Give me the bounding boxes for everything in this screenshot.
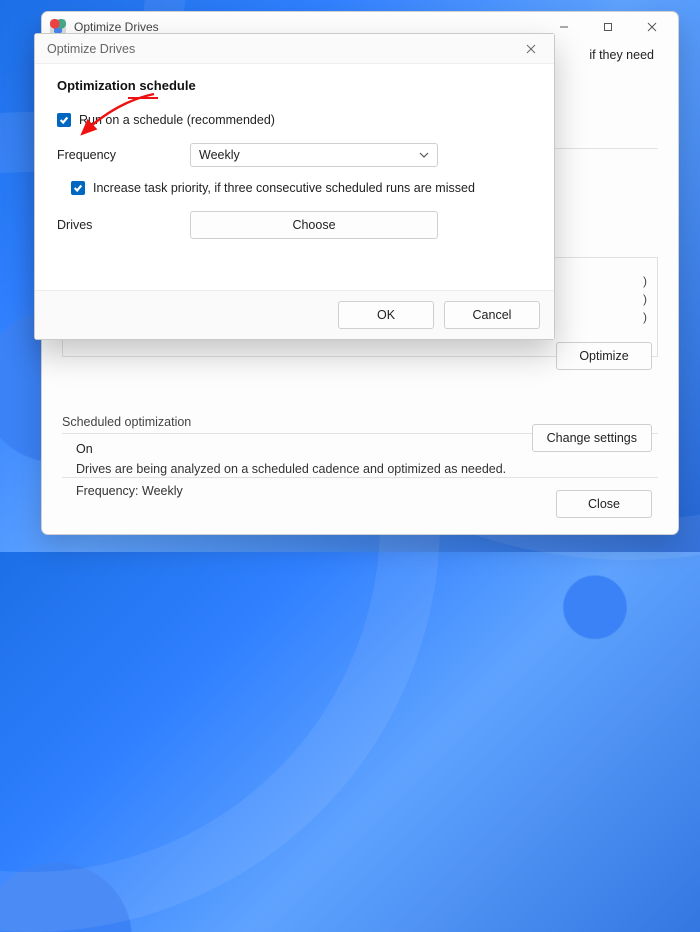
priority-label: Increase task priority, if three consecu… — [93, 181, 475, 195]
optimize-button[interactable]: Optimize — [556, 342, 652, 370]
cancel-button[interactable]: Cancel — [444, 301, 540, 329]
description-fragment: if they need — [589, 48, 654, 62]
run-schedule-label: Run on a schedule (recommended) — [79, 113, 275, 127]
dialog-heading: Optimization schedule — [57, 78, 532, 93]
choose-drives-button[interactable]: Choose — [190, 211, 438, 239]
dialog-titlebar: Optimize Drives — [35, 34, 554, 64]
choose-label: Choose — [292, 218, 335, 232]
list-fragment: ) — [643, 292, 647, 306]
drives-label: Drives — [57, 218, 190, 232]
frequency-value: Weekly — [199, 148, 240, 162]
cancel-label: Cancel — [473, 308, 512, 322]
close-button-label: Close — [588, 497, 620, 511]
chevron-down-icon — [419, 150, 429, 160]
window-title: Optimize Drives — [74, 20, 159, 34]
list-fragment: ) — [643, 274, 647, 288]
ok-label: OK — [377, 308, 395, 322]
priority-checkbox[interactable] — [71, 181, 85, 195]
divider — [62, 477, 658, 478]
dialog-title: Optimize Drives — [47, 42, 135, 56]
schedule-dialog: Optimize Drives Optimization schedule Ru… — [34, 33, 555, 340]
check-icon — [73, 183, 83, 193]
window-close-button[interactable] — [630, 12, 674, 42]
frequency-label: Frequency — [57, 148, 190, 162]
close-button[interactable]: Close — [556, 490, 652, 518]
dialog-footer: OK Cancel — [35, 290, 554, 339]
dialog-close-button[interactable] — [516, 34, 546, 64]
change-settings-label: Change settings — [547, 431, 637, 445]
check-icon — [59, 115, 69, 125]
frequency-select[interactable]: Weekly — [190, 143, 438, 167]
list-fragment: ) — [643, 310, 647, 324]
change-settings-button[interactable]: Change settings — [532, 424, 652, 452]
maximize-button[interactable] — [586, 12, 630, 42]
schedule-description: Drives are being analyzed on a scheduled… — [76, 462, 658, 476]
optimize-button-label: Optimize — [579, 349, 628, 363]
run-schedule-checkbox[interactable] — [57, 113, 71, 127]
ok-button[interactable]: OK — [338, 301, 434, 329]
